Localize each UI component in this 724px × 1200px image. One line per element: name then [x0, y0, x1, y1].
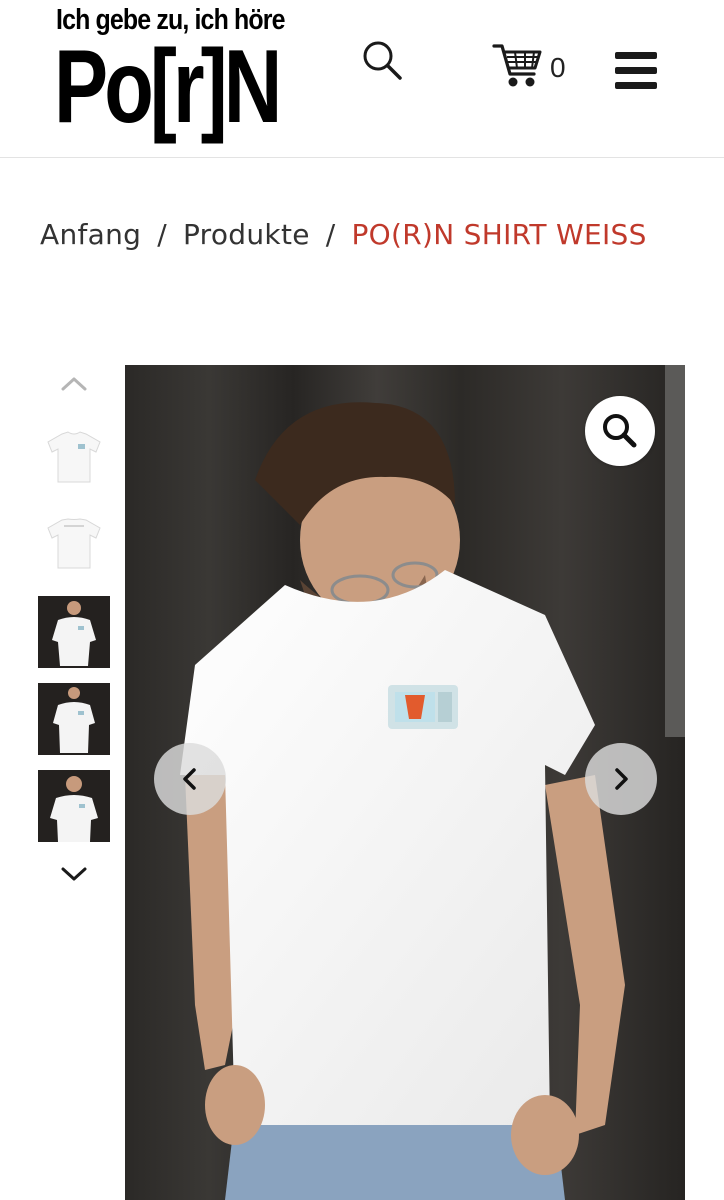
hamburger-menu-icon-bar — [615, 52, 657, 59]
tshirt-front-image — [47, 431, 101, 483]
breadcrumb-current-page: PO(R)N SHIRT WEISS — [351, 218, 647, 251]
image-zoom-button[interactable] — [585, 396, 655, 466]
breadcrumb: Anfang / Produkte / PO(R)N SHIRT WEISS — [40, 218, 647, 251]
breadcrumb-products-link[interactable]: Produkte — [183, 218, 310, 251]
chevron-left-icon — [183, 768, 196, 790]
slider-next-button[interactable] — [585, 743, 657, 815]
tshirt-back-image — [47, 518, 101, 569]
chevron-up-icon — [61, 377, 87, 391]
thumbnail-next-button[interactable] — [56, 861, 92, 887]
product-thumbnail[interactable] — [38, 422, 110, 494]
chevron-down-icon — [61, 867, 87, 881]
breadcrumb-separator: / — [325, 218, 336, 251]
breadcrumb-separator: / — [157, 218, 167, 251]
model-photo — [38, 596, 110, 668]
cart-button[interactable]: 0 — [490, 40, 580, 96]
magnifier-icon — [603, 414, 637, 448]
slider-prev-button[interactable] — [154, 743, 226, 815]
logo-wordmark: Po[r]N — [54, 29, 282, 145]
hamburger-menu-icon-bar — [615, 82, 657, 89]
site-header: Ich gebe zu, ich höre Po[r]N 0 — [0, 0, 724, 158]
product-thumbnail[interactable] — [38, 508, 110, 580]
model-photo — [38, 770, 110, 842]
hamburger-menu-icon-bar — [615, 67, 657, 74]
product-thumbnail[interactable] — [38, 770, 110, 842]
cart-count-badge: 0 — [550, 52, 566, 83]
thumbnail-prev-button[interactable] — [56, 371, 92, 397]
hamburger-menu-button[interactable] — [612, 50, 660, 92]
site-logo[interactable]: Ich gebe zu, ich höre Po[r]N — [54, 2, 326, 145]
product-thumbnail[interactable] — [38, 596, 110, 668]
chevron-right-icon — [615, 768, 628, 790]
search-button[interactable] — [356, 36, 408, 88]
product-thumbnail[interactable] — [38, 683, 110, 755]
search-icon — [363, 41, 402, 80]
cart-icon — [492, 44, 542, 87]
breadcrumb-home-link[interactable]: Anfang — [40, 218, 141, 251]
model-photo — [38, 683, 110, 755]
